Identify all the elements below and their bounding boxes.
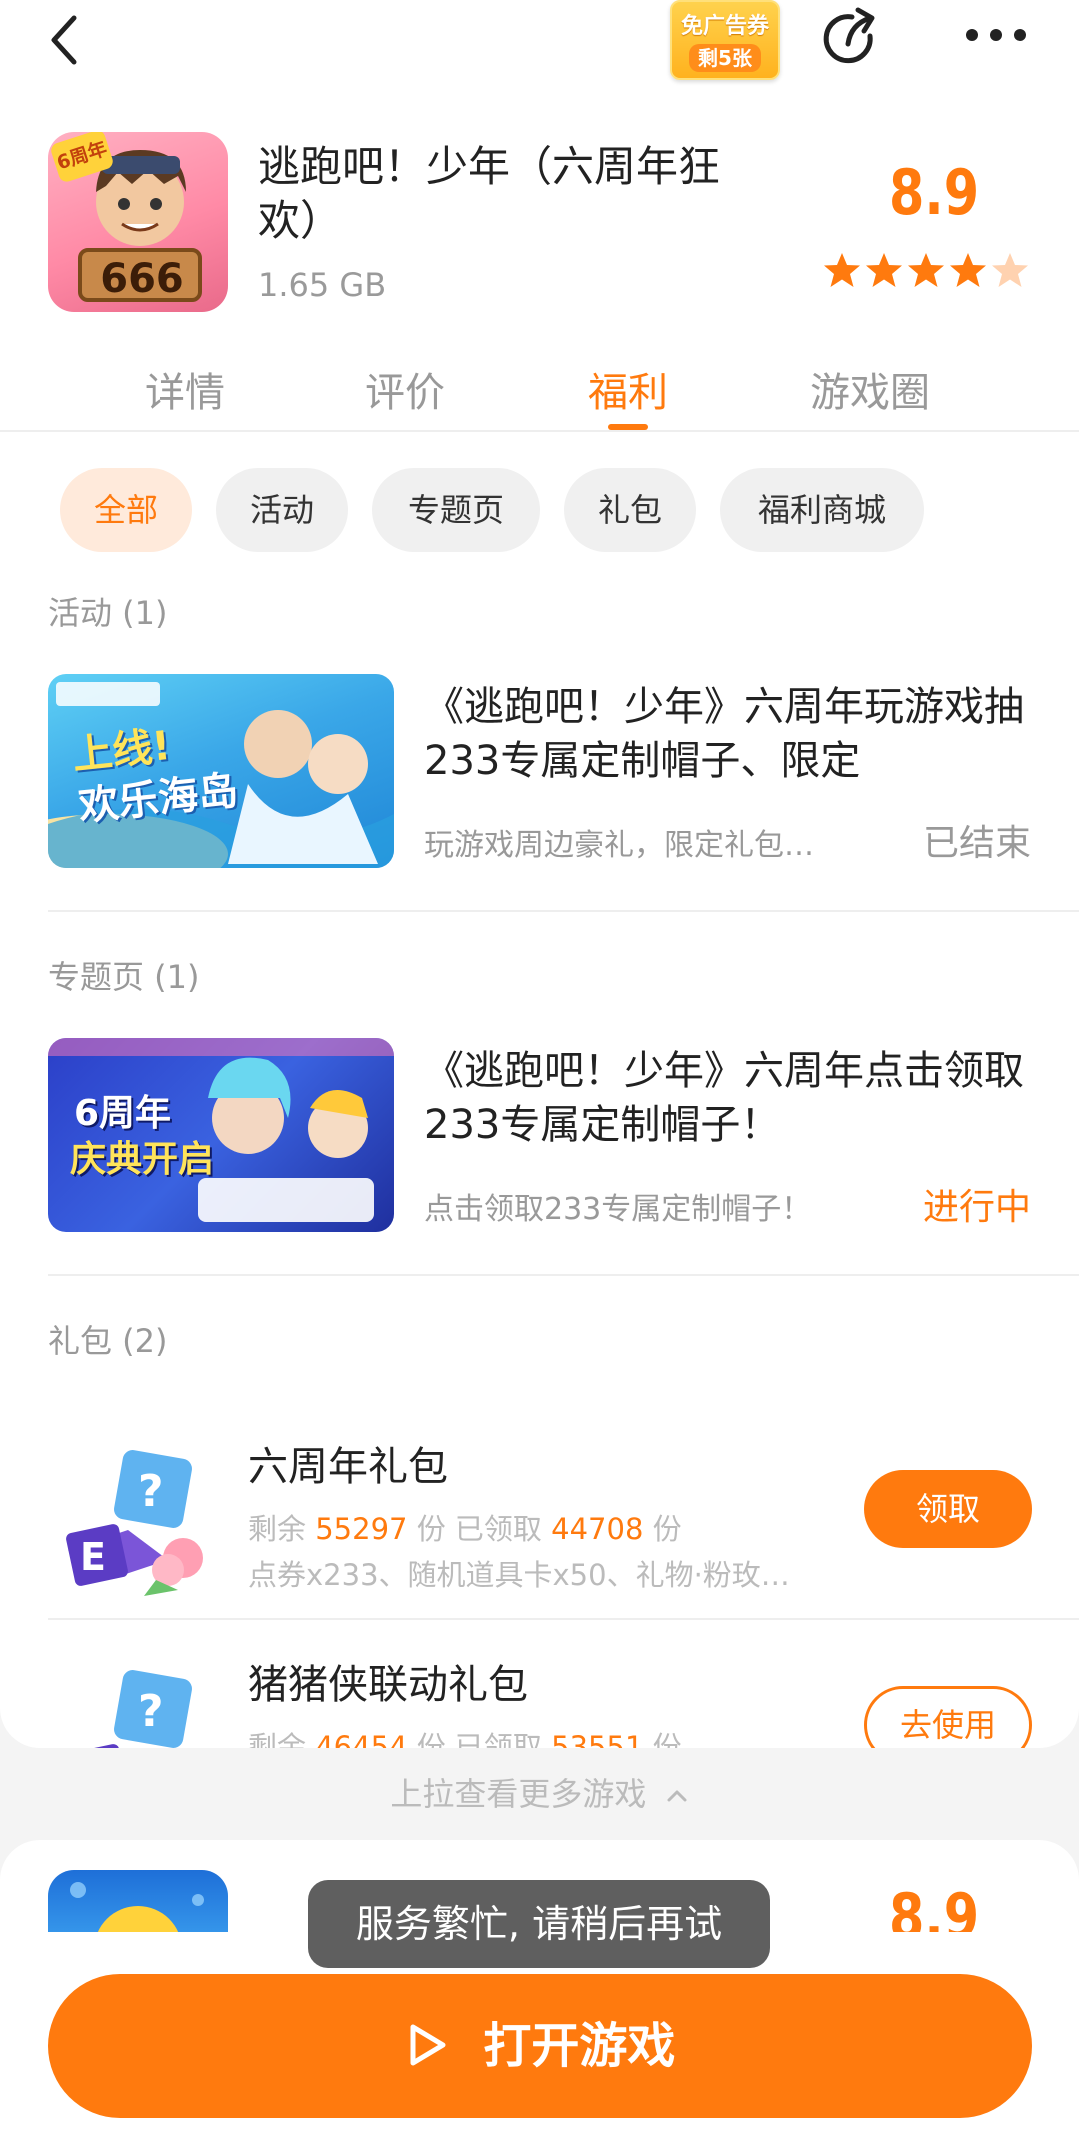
star-icon xyxy=(950,253,986,287)
star-icon xyxy=(908,253,944,287)
unit-label: 份 xyxy=(652,1730,682,1748)
activity-divider xyxy=(48,910,1079,912)
filter-topic[interactable]: 专题页 xyxy=(372,468,540,552)
more-options-icon[interactable] xyxy=(964,22,1028,48)
topic-divider xyxy=(48,1274,1079,1276)
section-activity-heading: 活动 (1) xyxy=(48,594,168,632)
thumbnail-title-2: 庆典开启 xyxy=(70,1139,215,1180)
tab-reviews[interactable]: 评价 xyxy=(350,360,460,418)
gift-list-item: E ? 猪猪侠联动礼包 剩余 46454 份 已领取 53551 份 去使用 xyxy=(0,1640,1079,1748)
rating-stars xyxy=(824,253,1028,287)
share-icon[interactable] xyxy=(818,4,888,74)
game-title: 逃跑吧！少年（六周年狂欢） xyxy=(258,142,721,245)
gift-box-icon: E ? xyxy=(66,1450,203,1596)
filter-all[interactable]: 全部 xyxy=(60,468,192,552)
game-score: 8.9 xyxy=(889,156,980,229)
section-topic-heading: 专题页 (1) xyxy=(48,958,200,996)
svg-text:E: E xyxy=(80,1535,106,1579)
tab-details[interactable]: 详情 xyxy=(130,360,240,418)
remain-label: 剩余 xyxy=(248,1512,307,1546)
gift-count: 剩余 46454 份 已领取 53551 份 xyxy=(248,1724,682,1748)
topic-title: 《逃跑吧！少年》六周年点击领取233专属定制帽子！ xyxy=(424,1048,1024,1148)
use-button[interactable]: 去使用 xyxy=(864,1686,1032,1748)
activity-description: 玩游戏周边豪礼，限定礼包… xyxy=(424,828,814,863)
tab-welfare[interactable]: 福利 xyxy=(573,360,683,418)
topic-list-item[interactable]: 6周年 庆典开启 《逃跑吧！少年》六周年点击领取233专属定制帽子！ 点击领取2… xyxy=(0,1024,1079,1244)
tab-game-circle[interactable]: 游戏圈 xyxy=(795,360,945,418)
gift-name: 六周年礼包 xyxy=(248,1444,448,1490)
remain-count: 46454 xyxy=(315,1730,408,1748)
topic-description: 点击领取233专属定制帽子！ xyxy=(424,1192,812,1227)
activity-list-item[interactable]: 上线! 欢乐海岛 《逃跑吧！少年》六周年玩游戏抽233专属定制帽子、限定 玩游戏… xyxy=(0,660,1079,880)
star-empty-icon xyxy=(992,253,1028,287)
pull-up-more-games[interactable]: 上拉查看更多游戏 xyxy=(0,1748,1079,1840)
svg-text:?: ? xyxy=(138,1686,164,1737)
gift-list-item: E ? 六周年礼包 剩余 55297 份 已领取 44708 份 点券x233、… xyxy=(0,1420,1079,1620)
gift-name: 猪猪侠联动礼包 xyxy=(248,1662,528,1708)
toast-message: 服务繁忙, 请稍后再试 xyxy=(308,1880,770,1968)
star-icon xyxy=(866,253,902,287)
game-detail-card: 免广告券 剩5张 6周年 666 逃跑吧！少年（六周年狂欢） 1.65 GB 8… xyxy=(0,0,1079,1748)
icon-number: 666 xyxy=(100,256,184,302)
activity-title: 《逃跑吧！少年》六周年玩游戏抽233专属定制帽子、限定 xyxy=(424,684,1024,784)
gift-count: 剩余 55297 份 已领取 44708 份 xyxy=(248,1506,682,1548)
claimed-count: 44708 xyxy=(551,1512,644,1546)
remain-count: 55297 xyxy=(315,1512,408,1546)
coupon-remaining: 剩5张 xyxy=(689,44,761,72)
gift-box-icon: E ? xyxy=(66,1670,192,1748)
gift-content: 点券x233、随机道具卡x50、礼物·粉玫… xyxy=(248,1558,790,1592)
open-game-button[interactable]: 打开游戏 xyxy=(48,1974,1032,2118)
claimed-count: 53551 xyxy=(551,1730,644,1748)
svg-text:?: ? xyxy=(138,1466,164,1517)
filter-welfare-mall[interactable]: 福利商城 xyxy=(720,468,924,552)
filter-activity[interactable]: 活动 xyxy=(216,468,348,552)
game-icon: 6周年 666 xyxy=(48,132,228,312)
tabs-divider xyxy=(0,430,1079,432)
ad-free-coupon-badge[interactable]: 免广告券 剩5张 xyxy=(670,0,780,80)
claimed-label: 份 已领取 xyxy=(416,1512,542,1546)
pull-up-label: 上拉查看更多游戏 xyxy=(390,1775,647,1813)
thumbnail-title-1: 6周年 xyxy=(74,1093,172,1134)
topic-status-ongoing: 进行中 xyxy=(922,1187,1031,1228)
gift-divider xyxy=(48,1618,1079,1620)
section-gift-heading: 礼包 (2) xyxy=(48,1322,168,1360)
claim-button[interactable]: 领取 xyxy=(864,1470,1032,1548)
star-icon xyxy=(824,253,860,287)
open-game-label: 打开游戏 xyxy=(483,2018,676,2074)
game-size: 1.65 GB xyxy=(258,266,387,304)
claimed-label: 份 已领取 xyxy=(416,1730,542,1748)
topic-thumbnail: 6周年 庆典开启 xyxy=(48,1038,394,1232)
coupon-title: 免广告券 xyxy=(680,14,769,39)
activity-thumbnail: 上线! 欢乐海岛 xyxy=(48,674,394,868)
chevron-up-icon xyxy=(667,1790,687,1802)
play-icon xyxy=(410,2024,446,2066)
unit-label: 份 xyxy=(652,1512,682,1546)
filter-gift[interactable]: 礼包 xyxy=(564,468,696,552)
back-arrow-icon[interactable] xyxy=(40,10,90,70)
activity-status-ended: 已结束 xyxy=(922,823,1031,864)
remain-label: 剩余 xyxy=(248,1730,307,1748)
